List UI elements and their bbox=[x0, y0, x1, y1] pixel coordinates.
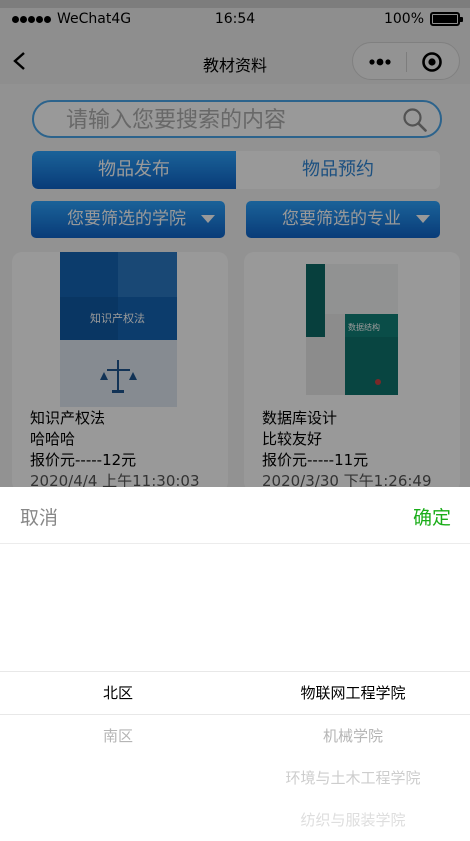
campus-option[interactable]: 北区 bbox=[0, 683, 236, 703]
status-bar-strip bbox=[0, 0, 470, 8]
college-option[interactable]: 纺织与服装学院 bbox=[236, 810, 470, 830]
multi-column-picker: 取消 确定 北区 南区 物联网工程学院 机械学院 环境与土木工程学院 纺织与服装… bbox=[0, 487, 470, 841]
college-option[interactable]: 机械学院 bbox=[236, 726, 470, 746]
campus-option[interactable]: 南区 bbox=[0, 726, 236, 746]
college-option[interactable]: 物联网工程学院 bbox=[236, 683, 470, 703]
campus-picker-column[interactable]: 北区 南区 bbox=[0, 487, 236, 841]
college-picker-column[interactable]: 物联网工程学院 机械学院 环境与土木工程学院 纺织与服装学院 bbox=[236, 487, 470, 841]
college-option[interactable]: 环境与土木工程学院 bbox=[236, 768, 470, 788]
